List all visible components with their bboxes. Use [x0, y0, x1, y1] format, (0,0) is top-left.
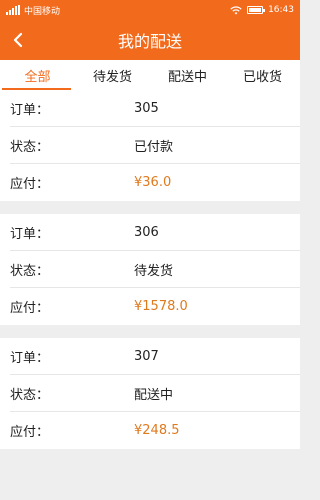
status-label: 状态： — [10, 139, 50, 155]
order-list: 订单： 305 状态： 已付款 应付： ¥36.0 订单： 306 状态： 待发… — [0, 90, 300, 462]
tab-received[interactable]: 已收货 — [225, 60, 300, 90]
chevron-left-icon — [13, 32, 23, 48]
tab-bar: 全部 待发货 配送中 已收货 — [0, 60, 300, 90]
order-card[interactable]: 订单： 307 状态： 配送中 应付： ¥248.5 — [0, 338, 300, 449]
status-row: 状态： 配送中 — [10, 375, 300, 412]
payable-row: 应付： ¥36.0 — [10, 164, 300, 201]
status-bar: 中国移动 16:43 — [0, 0, 300, 20]
payable-row: 应付： ¥1578.0 — [10, 288, 300, 325]
nav-bar: 我的配送 — [0, 20, 300, 60]
order-status: 配送中 — [134, 387, 174, 403]
battery-icon — [247, 6, 266, 14]
order-card[interactable]: 订单： 305 状态： 已付款 应付： ¥36.0 — [0, 90, 300, 201]
status-label: 状态： — [10, 387, 50, 403]
wifi-icon — [230, 5, 242, 14]
status-row: 状态： 待发货 — [10, 251, 300, 288]
tab-in-delivery[interactable]: 配送中 — [150, 60, 225, 90]
payable-label: 应付： — [10, 177, 50, 192]
order-id: 305 — [134, 100, 159, 116]
order-label: 订单： — [10, 102, 50, 118]
tab-all[interactable]: 全部 — [0, 60, 75, 90]
status-row: 状态： 已付款 — [10, 127, 300, 164]
status-bar-right: 16:43 — [230, 5, 294, 15]
payable-label: 应付： — [10, 425, 50, 440]
status-label: 状态： — [10, 263, 50, 279]
page-title: 我的配送 — [117, 32, 182, 51]
back-button[interactable] — [6, 28, 30, 52]
order-label: 订单： — [10, 226, 50, 242]
status-bar-left: 中国移动 — [6, 4, 60, 17]
order-label: 订单： — [10, 350, 50, 366]
order-amount: ¥36.0 — [134, 175, 172, 190]
signal-icon — [6, 5, 20, 15]
clock: 16:43 — [268, 5, 294, 15]
order-card[interactable]: 订单： 306 状态： 待发货 应付： ¥1578.0 — [0, 214, 300, 325]
order-row: 订单： 306 — [10, 214, 300, 251]
order-status: 待发货 — [134, 263, 174, 279]
order-id: 306 — [134, 224, 159, 240]
order-amount: ¥1578.0 — [134, 299, 188, 314]
tab-pending-shipment[interactable]: 待发货 — [75, 60, 150, 90]
order-row: 订单： 307 — [10, 338, 300, 375]
order-amount: ¥248.5 — [134, 423, 180, 438]
payable-row: 应付： ¥248.5 — [10, 412, 300, 449]
order-status: 已付款 — [134, 139, 174, 155]
order-id: 307 — [134, 348, 159, 364]
payable-label: 应付： — [10, 301, 50, 316]
carrier-name: 中国移动 — [24, 6, 61, 17]
order-row: 订单： 305 — [10, 90, 300, 127]
